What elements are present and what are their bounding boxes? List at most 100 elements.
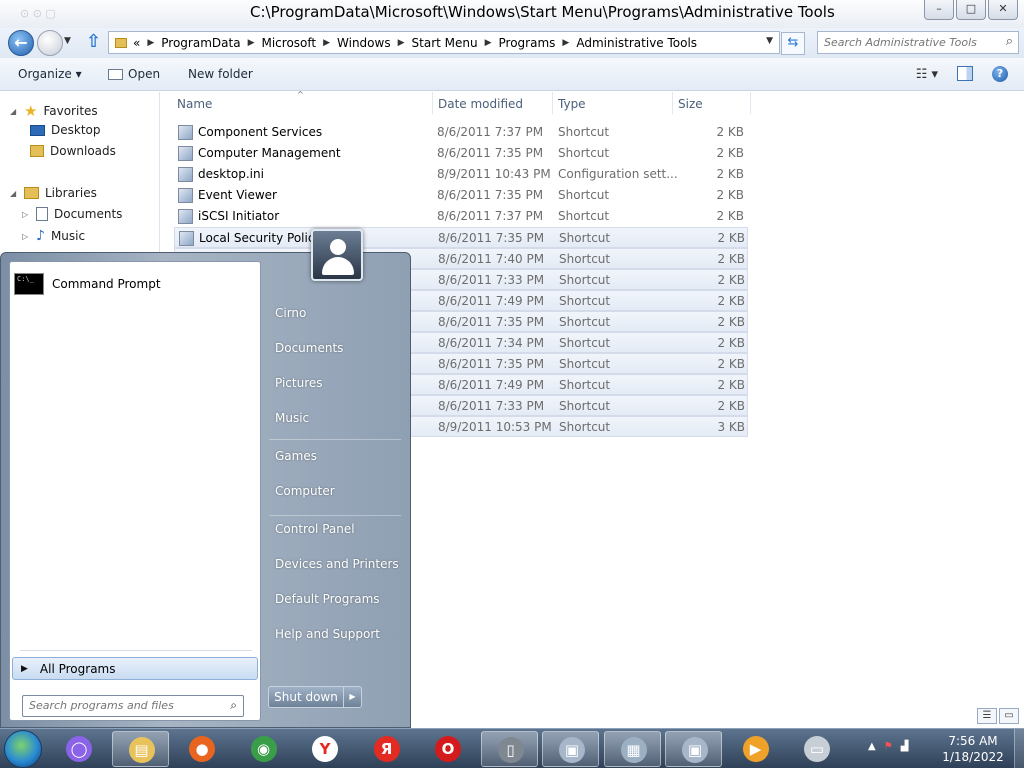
column-header-name[interactable]: Name bbox=[177, 97, 212, 111]
column-divider[interactable] bbox=[432, 92, 433, 114]
breadcrumb-item[interactable]: Microsoft bbox=[261, 36, 316, 50]
breadcrumb-item[interactable]: Programs bbox=[499, 36, 556, 50]
file-row[interactable]: desktop.ini 8/9/2011 10:43 PM Configuratio… bbox=[174, 164, 748, 185]
show-desktop-button[interactable] bbox=[1014, 729, 1024, 768]
change-view-icon[interactable]: ☷ ▾ bbox=[916, 67, 938, 82]
recent-pages-dropdown-icon[interactable]: ▼ bbox=[64, 36, 71, 46]
start-link-control-panel[interactable]: Control Panel bbox=[275, 522, 355, 536]
start-link-devices-and-printers[interactable]: Devices and Printers bbox=[275, 557, 399, 571]
action-center-flag-icon[interactable]: ⚑ bbox=[884, 741, 893, 752]
new-folder-button[interactable]: New folder bbox=[188, 67, 253, 81]
taskbar-app-yandex[interactable]: Y bbox=[296, 731, 353, 767]
breadcrumb-separator-icon[interactable]: ▶ bbox=[562, 38, 569, 48]
close-button[interactable]: ✕ bbox=[988, 0, 1018, 20]
file-row[interactable]: Event Viewer 8/6/2011 7:35 PM Shortcut 2 KB bbox=[174, 185, 748, 206]
taskbar-app-printer[interactable]: ▭ bbox=[788, 731, 845, 767]
file-type: Shortcut bbox=[559, 273, 611, 287]
show-hidden-icons-icon[interactable]: ▲ bbox=[868, 741, 876, 752]
start-search-input[interactable] bbox=[23, 696, 213, 715]
taskbar-app-firefox[interactable]: ● bbox=[173, 731, 230, 767]
start-link-music[interactable]: Music bbox=[275, 411, 309, 425]
collapse-arrow-icon[interactable]: ▷ bbox=[22, 210, 30, 219]
user-avatar[interactable] bbox=[311, 229, 363, 281]
taskbar-app-cortana-style-search[interactable]: ◯ bbox=[50, 731, 107, 767]
organize-button[interactable]: Organize ▾ bbox=[18, 67, 82, 81]
taskbar-app-opera[interactable]: O bbox=[419, 731, 476, 767]
breadcrumb-item[interactable]: Administrative Tools bbox=[576, 36, 697, 50]
back-button[interactable]: ← bbox=[8, 30, 34, 56]
start-link-help-and-support[interactable]: Help and Support bbox=[275, 627, 380, 641]
taskbar-app-performance-monitor[interactable]: ▦ bbox=[603, 731, 661, 767]
start-link-games[interactable]: Games bbox=[275, 449, 317, 463]
preview-pane-icon[interactable] bbox=[957, 66, 973, 81]
file-type: Shortcut bbox=[558, 209, 610, 223]
taskbar-app-yandex-browser[interactable]: Я bbox=[358, 731, 415, 767]
minimize-button[interactable]: – bbox=[924, 0, 954, 20]
search-input[interactable] bbox=[818, 32, 993, 52]
search-icon[interactable]: ⌕ bbox=[1006, 34, 1013, 49]
expand-arrow-icon[interactable]: ◢ bbox=[10, 107, 18, 116]
breadcrumb-separator-icon[interactable]: ▶ bbox=[398, 38, 405, 48]
file-date: 8/6/2011 7:49 PM bbox=[438, 294, 545, 308]
taskbar-app-media-player[interactable]: ▶ bbox=[727, 731, 784, 767]
help-icon[interactable]: ? bbox=[992, 66, 1008, 82]
breadcrumb-separator-icon[interactable]: ▶ bbox=[485, 38, 492, 48]
shutdown-options-button[interactable]: ▶ bbox=[343, 686, 362, 708]
shutdown-button[interactable]: Shut down bbox=[268, 686, 344, 708]
nav-item-music[interactable]: ▷ ♪ Music bbox=[22, 228, 85, 244]
refresh-button[interactable]: ⇆ bbox=[781, 32, 805, 55]
breadcrumb-item[interactable]: ProgramData bbox=[161, 36, 240, 50]
file-row[interactable]: Local Security Policy 8/6/2011 7:35 PM Sho… bbox=[174, 227, 748, 248]
file-row[interactable]: iSCSI Initiator 8/6/2011 7:37 PM Shortcut 2… bbox=[174, 206, 748, 227]
column-header-date[interactable]: Date modified bbox=[438, 97, 523, 111]
large-icons-view-button[interactable]: ▭ bbox=[999, 708, 1019, 724]
expand-arrow-icon[interactable]: ◢ bbox=[10, 189, 18, 198]
start-link-cirno[interactable]: Cirno bbox=[275, 306, 306, 320]
nav-item-desktop[interactable]: Desktop bbox=[30, 123, 101, 137]
up-arrow-icon[interactable]: ⇧ bbox=[86, 31, 101, 52]
details-view-button[interactable]: ☰ bbox=[977, 708, 997, 724]
start-link-computer[interactable]: Computer bbox=[275, 484, 335, 498]
nav-favorites[interactable]: ◢ ★ Favorites bbox=[10, 102, 98, 120]
nav-item-documents[interactable]: ▷ Documents bbox=[22, 207, 122, 221]
file-row[interactable]: Component Services 8/6/2011 7:37 PM Shortc… bbox=[174, 122, 748, 143]
search-field[interactable]: ⌕ bbox=[817, 31, 1019, 54]
start-link-pictures[interactable]: Pictures bbox=[275, 376, 323, 390]
search-icon[interactable]: ⌕ bbox=[230, 698, 237, 713]
start-link-default-programs[interactable]: Default Programs bbox=[275, 592, 380, 606]
breadcrumb-separator-icon[interactable]: ▶ bbox=[323, 38, 330, 48]
clock[interactable]: 7:56 AM 1/18/2022 bbox=[938, 733, 1008, 765]
all-programs-button[interactable]: ▶ All Programs bbox=[12, 657, 258, 680]
address-dropdown-icon[interactable]: ▼ bbox=[766, 36, 773, 46]
breadcrumb-overflow[interactable]: « bbox=[133, 36, 140, 50]
taskbar-app-services[interactable]: ▣ bbox=[665, 731, 722, 767]
start-button[interactable] bbox=[4, 730, 42, 768]
taskbar-app-chrome[interactable]: ◉ bbox=[235, 731, 292, 767]
column-divider[interactable] bbox=[672, 92, 673, 114]
pinned-program-command-prompt[interactable]: C:\_ Command Prompt bbox=[14, 270, 254, 298]
start-link-documents[interactable]: Documents bbox=[275, 341, 343, 355]
breadcrumb-item[interactable]: Start Menu bbox=[412, 36, 478, 50]
breadcrumb-separator-icon[interactable]: ▶ bbox=[147, 38, 154, 48]
forward-button[interactable] bbox=[37, 30, 63, 56]
expand-arrow-icon: ▶ bbox=[21, 663, 28, 674]
column-header-type[interactable]: Type bbox=[558, 97, 586, 111]
column-header-size[interactable]: Size bbox=[678, 97, 703, 111]
file-row[interactable]: Computer Management 8/6/2011 7:35 PM Short… bbox=[174, 143, 748, 164]
breadcrumb-separator-icon[interactable]: ▶ bbox=[248, 38, 255, 48]
column-divider[interactable] bbox=[750, 92, 751, 114]
nav-item-downloads[interactable]: Downloads bbox=[30, 144, 116, 158]
column-divider[interactable] bbox=[552, 92, 553, 114]
taskbar-app-windows-explorer[interactable]: ▤ bbox=[111, 731, 169, 767]
start-search-field[interactable]: ⌕ bbox=[22, 695, 244, 717]
taskbar-app-computer[interactable]: ▯ bbox=[480, 731, 538, 767]
nav-libraries[interactable]: ◢ Libraries bbox=[10, 186, 97, 200]
open-button[interactable]: Open bbox=[108, 67, 160, 81]
network-icon[interactable]: ▟ bbox=[901, 741, 909, 752]
maximize-button[interactable]: □ bbox=[956, 0, 986, 20]
address-field[interactable]: « ▶ ProgramData ▶ Microsoft ▶ Windows ▶ Start M… bbox=[108, 31, 780, 54]
taskbar-app-admin-tools[interactable]: ▣ bbox=[542, 731, 599, 767]
collapse-arrow-icon[interactable]: ▷ bbox=[22, 232, 30, 241]
address-bar: ← ▼ ⇧ « ▶ ProgramData ▶ Microsoft ▶ Windows ▶ S… bbox=[0, 28, 1024, 58]
breadcrumb-item[interactable]: Windows bbox=[337, 36, 391, 50]
